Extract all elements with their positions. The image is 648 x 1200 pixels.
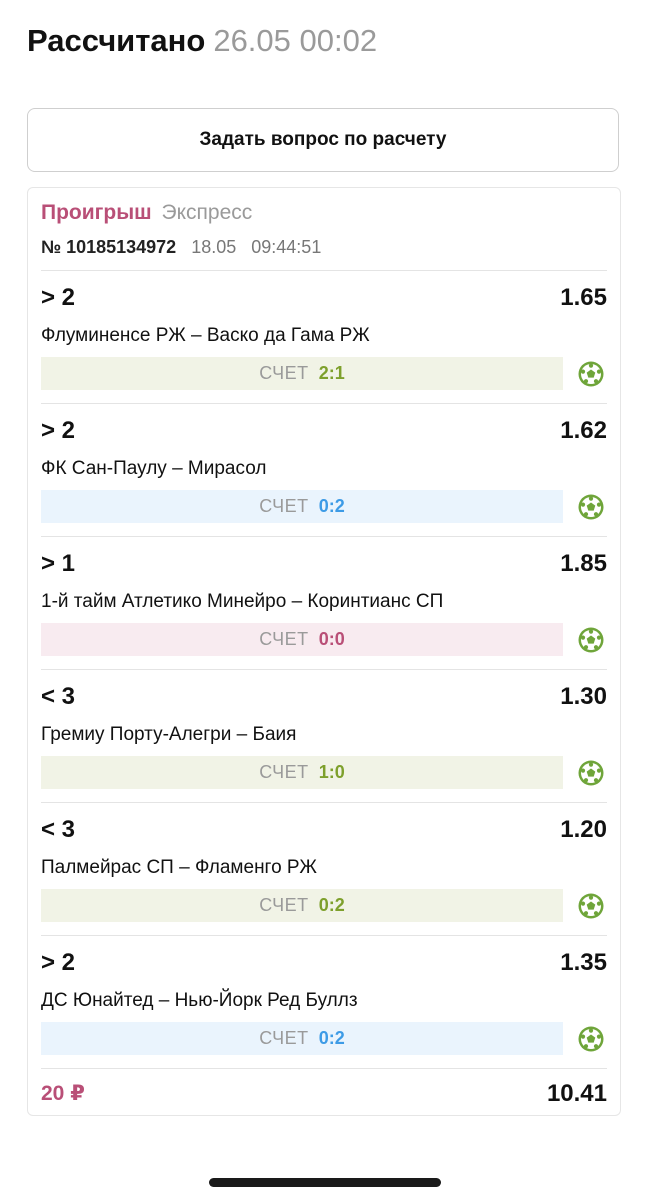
total-odds: 10.41 <box>546 1080 607 1107</box>
event-outcome: < 3 <box>41 816 76 843</box>
score-label: СЧЕТ <box>259 629 309 649</box>
score-label: СЧЕТ <box>259 496 309 516</box>
event-odds: 1.65 <box>560 284 607 311</box>
event-outcome: > 2 <box>41 949 76 976</box>
score-bar: СЧЕТ 0:2 <box>41 889 563 922</box>
event-odds: 1.62 <box>560 417 607 444</box>
soccer-ball-icon <box>577 626 605 654</box>
page-header: Рассчитано 26.05 00:02 <box>27 22 377 60</box>
event-outcome: < 3 <box>41 683 76 710</box>
soccer-ball-icon <box>577 892 605 920</box>
event-odds: 1.30 <box>560 683 607 710</box>
score-bar: СЧЕТ 1:0 <box>41 756 563 789</box>
soccer-ball-icon <box>577 360 605 388</box>
score-value: 0:0 <box>318 629 345 649</box>
home-indicator[interactable] <box>209 1178 441 1187</box>
score-label: СЧЕТ <box>259 363 309 383</box>
settled-datetime: 26.05 00:02 <box>213 23 378 58</box>
event-match: 1-й тайм Атлетико Минейро – Коринтианс С… <box>41 591 444 612</box>
page-title: Рассчитано <box>27 23 206 58</box>
score-value: 0:2 <box>318 895 345 915</box>
event-match: ДС Юнайтед – Нью-Йорк Ред Буллз <box>41 990 358 1011</box>
event-row: < 3 1.20 Палмейрас СП – Фламенго РЖ СЧЕТ 0:2 <box>41 802 607 935</box>
score-bar: СЧЕТ 2:1 <box>41 357 563 390</box>
event-row: > 2 1.65 Флуминенсе РЖ – Васко да Гама РЖ С… <box>41 270 607 403</box>
event-odds: 1.20 <box>560 816 607 843</box>
event-match: Палмейрас СП – Фламенго РЖ <box>41 857 317 878</box>
soccer-ball-icon <box>577 759 605 787</box>
event-odds: 1.85 <box>560 550 607 577</box>
event-odds: 1.35 <box>560 949 607 976</box>
event-outcome: > 1 <box>41 550 76 577</box>
bet-card: Проигрыш Экспресс № 10185134972 18.05 09… <box>27 187 621 1116</box>
score-label: СЧЕТ <box>259 762 309 782</box>
score-bar: СЧЕТ 0:0 <box>41 623 563 656</box>
bet-number: № 10185134972 <box>41 237 177 257</box>
event-outcome: > 2 <box>41 284 76 311</box>
soccer-ball-icon <box>577 1025 605 1053</box>
score-bar: СЧЕТ 0:2 <box>41 490 563 523</box>
event-outcome: > 2 <box>41 417 76 444</box>
event-row: > 1 1.85 1-й тайм Атлетико Минейро – Корин… <box>41 536 607 669</box>
score-label: СЧЕТ <box>259 1028 309 1048</box>
event-row: > 2 1.35 ДС Юнайтед – Нью-Йорк Ред Буллз СЧ… <box>41 935 607 1068</box>
event-row: > 2 1.62 ФК Сан-Паулу – Мирасол СЧЕТ 0:2 <box>41 403 607 536</box>
ask-question-button[interactable]: Задать вопрос по расчету <box>27 108 619 172</box>
bet-time: 09:44:51 <box>251 237 322 257</box>
stake-amount: 20 ₽ <box>41 1082 85 1105</box>
score-label: СЧЕТ <box>259 895 309 915</box>
event-list: > 2 1.65 Флуминенсе РЖ – Васко да Гама РЖ С… <box>41 270 607 1068</box>
event-match: Флуминенсе РЖ – Васко да Гама РЖ <box>41 325 370 346</box>
score-value: 0:2 <box>318 496 345 516</box>
bet-status: Проигрыш <box>41 201 152 224</box>
score-bar: СЧЕТ 0:2 <box>41 1022 563 1055</box>
bet-summary: 20 ₽ 10.41 <box>41 1068 607 1117</box>
score-value: 2:1 <box>318 363 345 383</box>
event-match: ФК Сан-Паулу – Мирасол <box>41 458 267 479</box>
score-value: 0:2 <box>318 1028 345 1048</box>
event-match: Гремиу Порту-Алегри – Баия <box>41 724 297 745</box>
bet-date: 18.05 <box>191 237 237 257</box>
event-row: < 3 1.30 Гремиу Порту-Алегри – Баия СЧЕТ 1:0 <box>41 669 607 802</box>
score-value: 1:0 <box>318 762 345 782</box>
bet-card-header: Проигрыш Экспресс № 10185134972 18.05 09… <box>41 200 607 258</box>
soccer-ball-icon <box>577 493 605 521</box>
bet-type: Экспресс <box>161 201 253 224</box>
